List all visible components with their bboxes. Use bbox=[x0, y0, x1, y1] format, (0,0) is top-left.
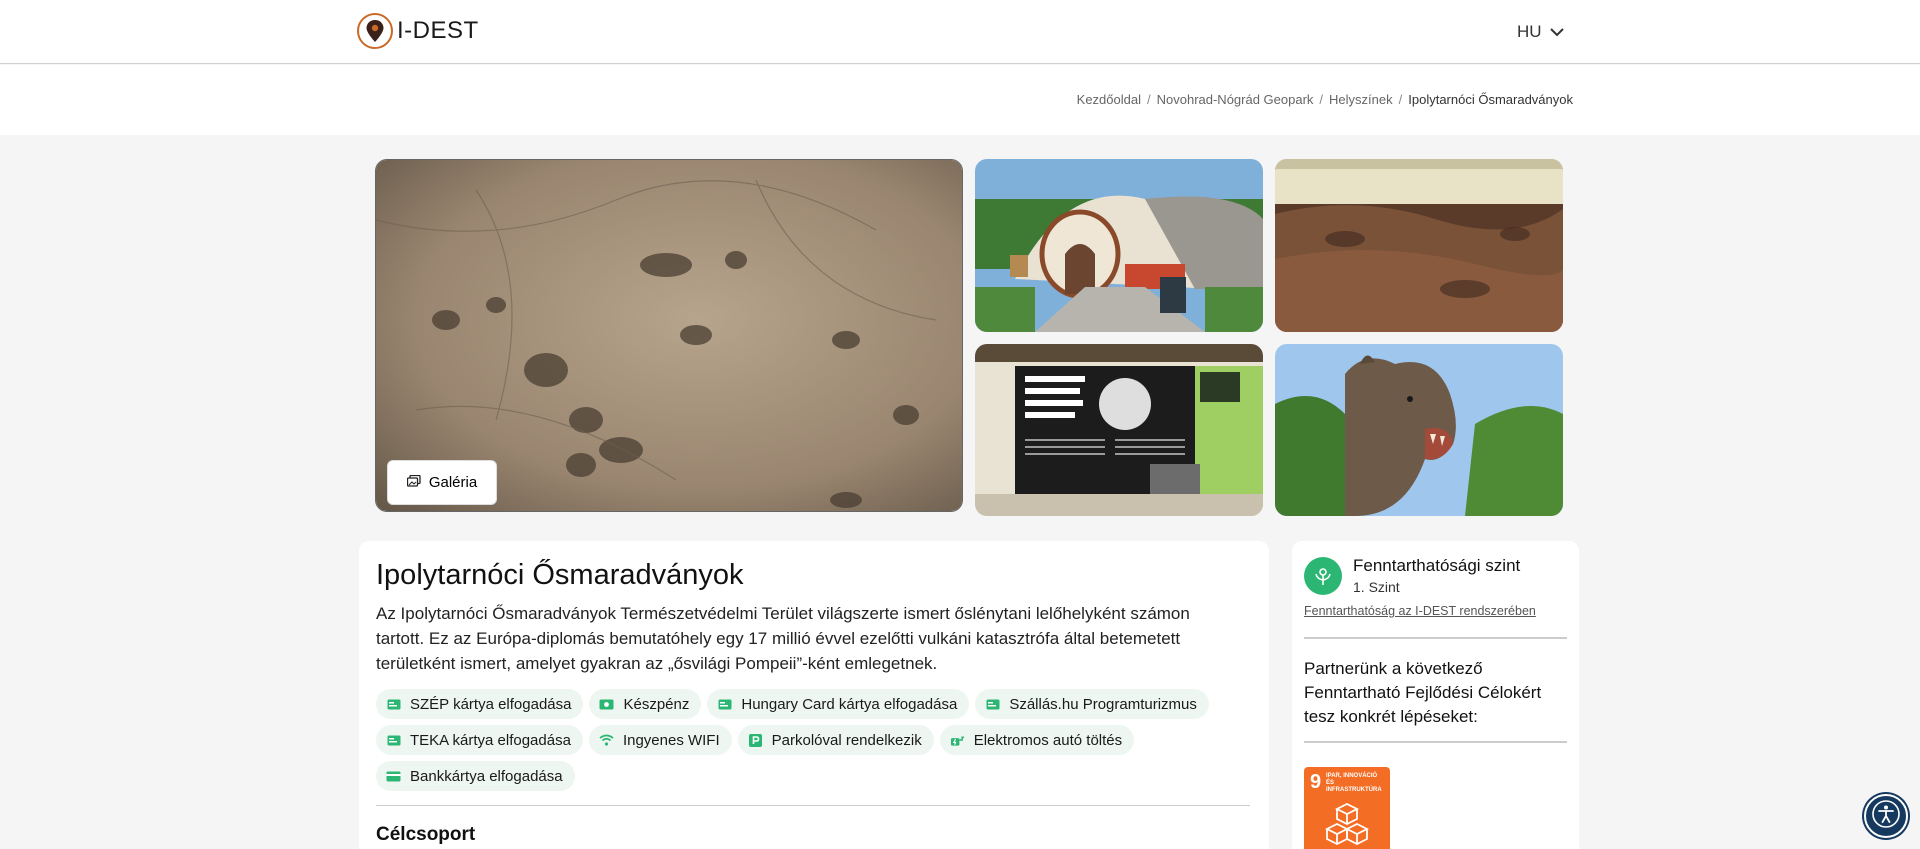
breadcrumb-separator: / bbox=[1398, 92, 1403, 107]
breadcrumb-current: Ipolytarnóci Ősmaradványok bbox=[1408, 92, 1573, 107]
amenity-tag: TEKA kártya elfogadása bbox=[376, 725, 583, 755]
target-group-heading: Célcsoport bbox=[376, 824, 476, 845]
sdg-9-badge[interactable]: 9 IPAR, INNOVÁCIÓ ÉS INFRASTRUKTÚRA bbox=[1304, 767, 1390, 849]
gallery-image-exhibition[interactable] bbox=[975, 344, 1263, 516]
gallery-image-entrance[interactable] bbox=[975, 159, 1263, 332]
sustainability-title: Fenntarthatósági szint bbox=[1353, 556, 1521, 575]
amenity-tag: Bankkártya elfogadása bbox=[376, 761, 575, 791]
place-description: Az Ipolytarnóci Ősmaradványok Természetv… bbox=[376, 604, 1190, 673]
accessibility-button[interactable] bbox=[1864, 794, 1908, 838]
site-header: I-DEST HU bbox=[0, 0, 1920, 64]
place-details-card: Ipolytarnóci Ősmaradványok Az Ipolytarnó… bbox=[359, 541, 1269, 849]
language-label: HU bbox=[1517, 22, 1542, 41]
place-title: Ipolytarnóci Ősmaradványok bbox=[376, 559, 744, 591]
credit-card-icon bbox=[386, 769, 401, 784]
amenity-tag: Elektromos autó töltés bbox=[939, 725, 1135, 755]
amenity-tag: Készpénz bbox=[589, 689, 702, 719]
gallery-image-animal-statue[interactable] bbox=[1275, 344, 1563, 516]
amenity-tag: Hungary Card kártya elfogadása bbox=[707, 689, 970, 719]
sustainability-level: 1. Szint bbox=[1353, 579, 1400, 595]
amenity-tag-label: SZÉP kártya elfogadása bbox=[410, 695, 572, 713]
amenity-tags: SZÉP kártya elfogadása Készpénz Hungary Ca… bbox=[376, 689, 1236, 791]
breadcrumb-separator: / bbox=[1319, 92, 1324, 107]
side-divider bbox=[1304, 637, 1567, 639]
amenity-tag-label: Készpénz bbox=[623, 695, 690, 713]
sdg-number: 9 bbox=[1310, 771, 1322, 793]
card-icon bbox=[386, 697, 401, 712]
ev-charging-icon bbox=[950, 733, 965, 748]
breadcrumb-separator: / bbox=[1146, 92, 1151, 107]
chevron-down-icon bbox=[1549, 22, 1564, 42]
sdg-partner-text: Partnerünk a következő Fenntartható Fejl… bbox=[1304, 659, 1542, 726]
wifi-icon bbox=[599, 733, 614, 748]
side-divider bbox=[1304, 741, 1567, 743]
amenity-tag-label: Parkolóval rendelkezik bbox=[771, 731, 922, 749]
cash-icon bbox=[599, 697, 614, 712]
section-divider bbox=[376, 805, 1250, 806]
breadcrumb-home[interactable]: Kezdőoldal bbox=[1077, 92, 1141, 107]
logo-text: I-DEST bbox=[397, 17, 479, 44]
accessibility-icon bbox=[1871, 799, 1901, 834]
sustainability-card: Fenntarthatósági szint 1. Szint Fenntart… bbox=[1292, 541, 1579, 849]
sustainability-info-link[interactable]: Fenntarthatóság az I-DEST rendszerében bbox=[1304, 604, 1536, 618]
gallery-button[interactable]: Galéria bbox=[387, 460, 497, 505]
breadcrumb: Kezdőoldal / Novohrad-Nógrád Geopark / H… bbox=[1077, 92, 1573, 107]
amenity-tag-label: Bankkártya elfogadása bbox=[410, 767, 563, 785]
amenity-tag-label: Ingyenes WIFI bbox=[622, 731, 720, 749]
sdg-label: IPAR, INNOVÁCIÓ ÉS INFRASTRUKTÚRA bbox=[1326, 773, 1382, 793]
gallery-image-excavation[interactable] bbox=[1275, 159, 1563, 332]
location-pin-logo-icon bbox=[357, 13, 393, 49]
gallery-button-label: Galéria bbox=[428, 474, 478, 491]
card-icon bbox=[717, 697, 732, 712]
amenity-tag-label: TEKA kártya elfogadása bbox=[410, 731, 571, 749]
amenity-tag: Szállás.hu Programturizmus bbox=[975, 689, 1209, 719]
amenity-tag: SZÉP kártya elfogadása bbox=[376, 689, 584, 719]
sdg-cubes-icon bbox=[1324, 802, 1370, 846]
gallery-icon bbox=[406, 474, 421, 491]
breadcrumb-band: Kezdőoldal / Novohrad-Nógrád Geopark / H… bbox=[0, 65, 1920, 135]
amenity-tag: Ingyenes WIFI bbox=[588, 725, 732, 755]
amenity-tag-label: Szállás.hu Programturizmus bbox=[1009, 695, 1197, 713]
sustainability-leaf-icon bbox=[1304, 557, 1342, 595]
parking-icon bbox=[748, 733, 763, 748]
breadcrumb-geopark[interactable]: Novohrad-Nógrád Geopark bbox=[1157, 92, 1314, 107]
amenity-tag: Parkolóval rendelkezik bbox=[737, 725, 934, 755]
amenity-tag-label: Hungary Card kártya elfogadása bbox=[741, 695, 958, 713]
card-icon bbox=[985, 697, 1000, 712]
card-icon bbox=[386, 733, 401, 748]
language-selector[interactable]: HU bbox=[1517, 18, 1564, 46]
amenity-tag-label: Elektromos autó töltés bbox=[973, 731, 1123, 749]
site-logo[interactable]: I-DEST bbox=[357, 11, 479, 51]
breadcrumb-places[interactable]: Helyszínek bbox=[1329, 92, 1393, 107]
